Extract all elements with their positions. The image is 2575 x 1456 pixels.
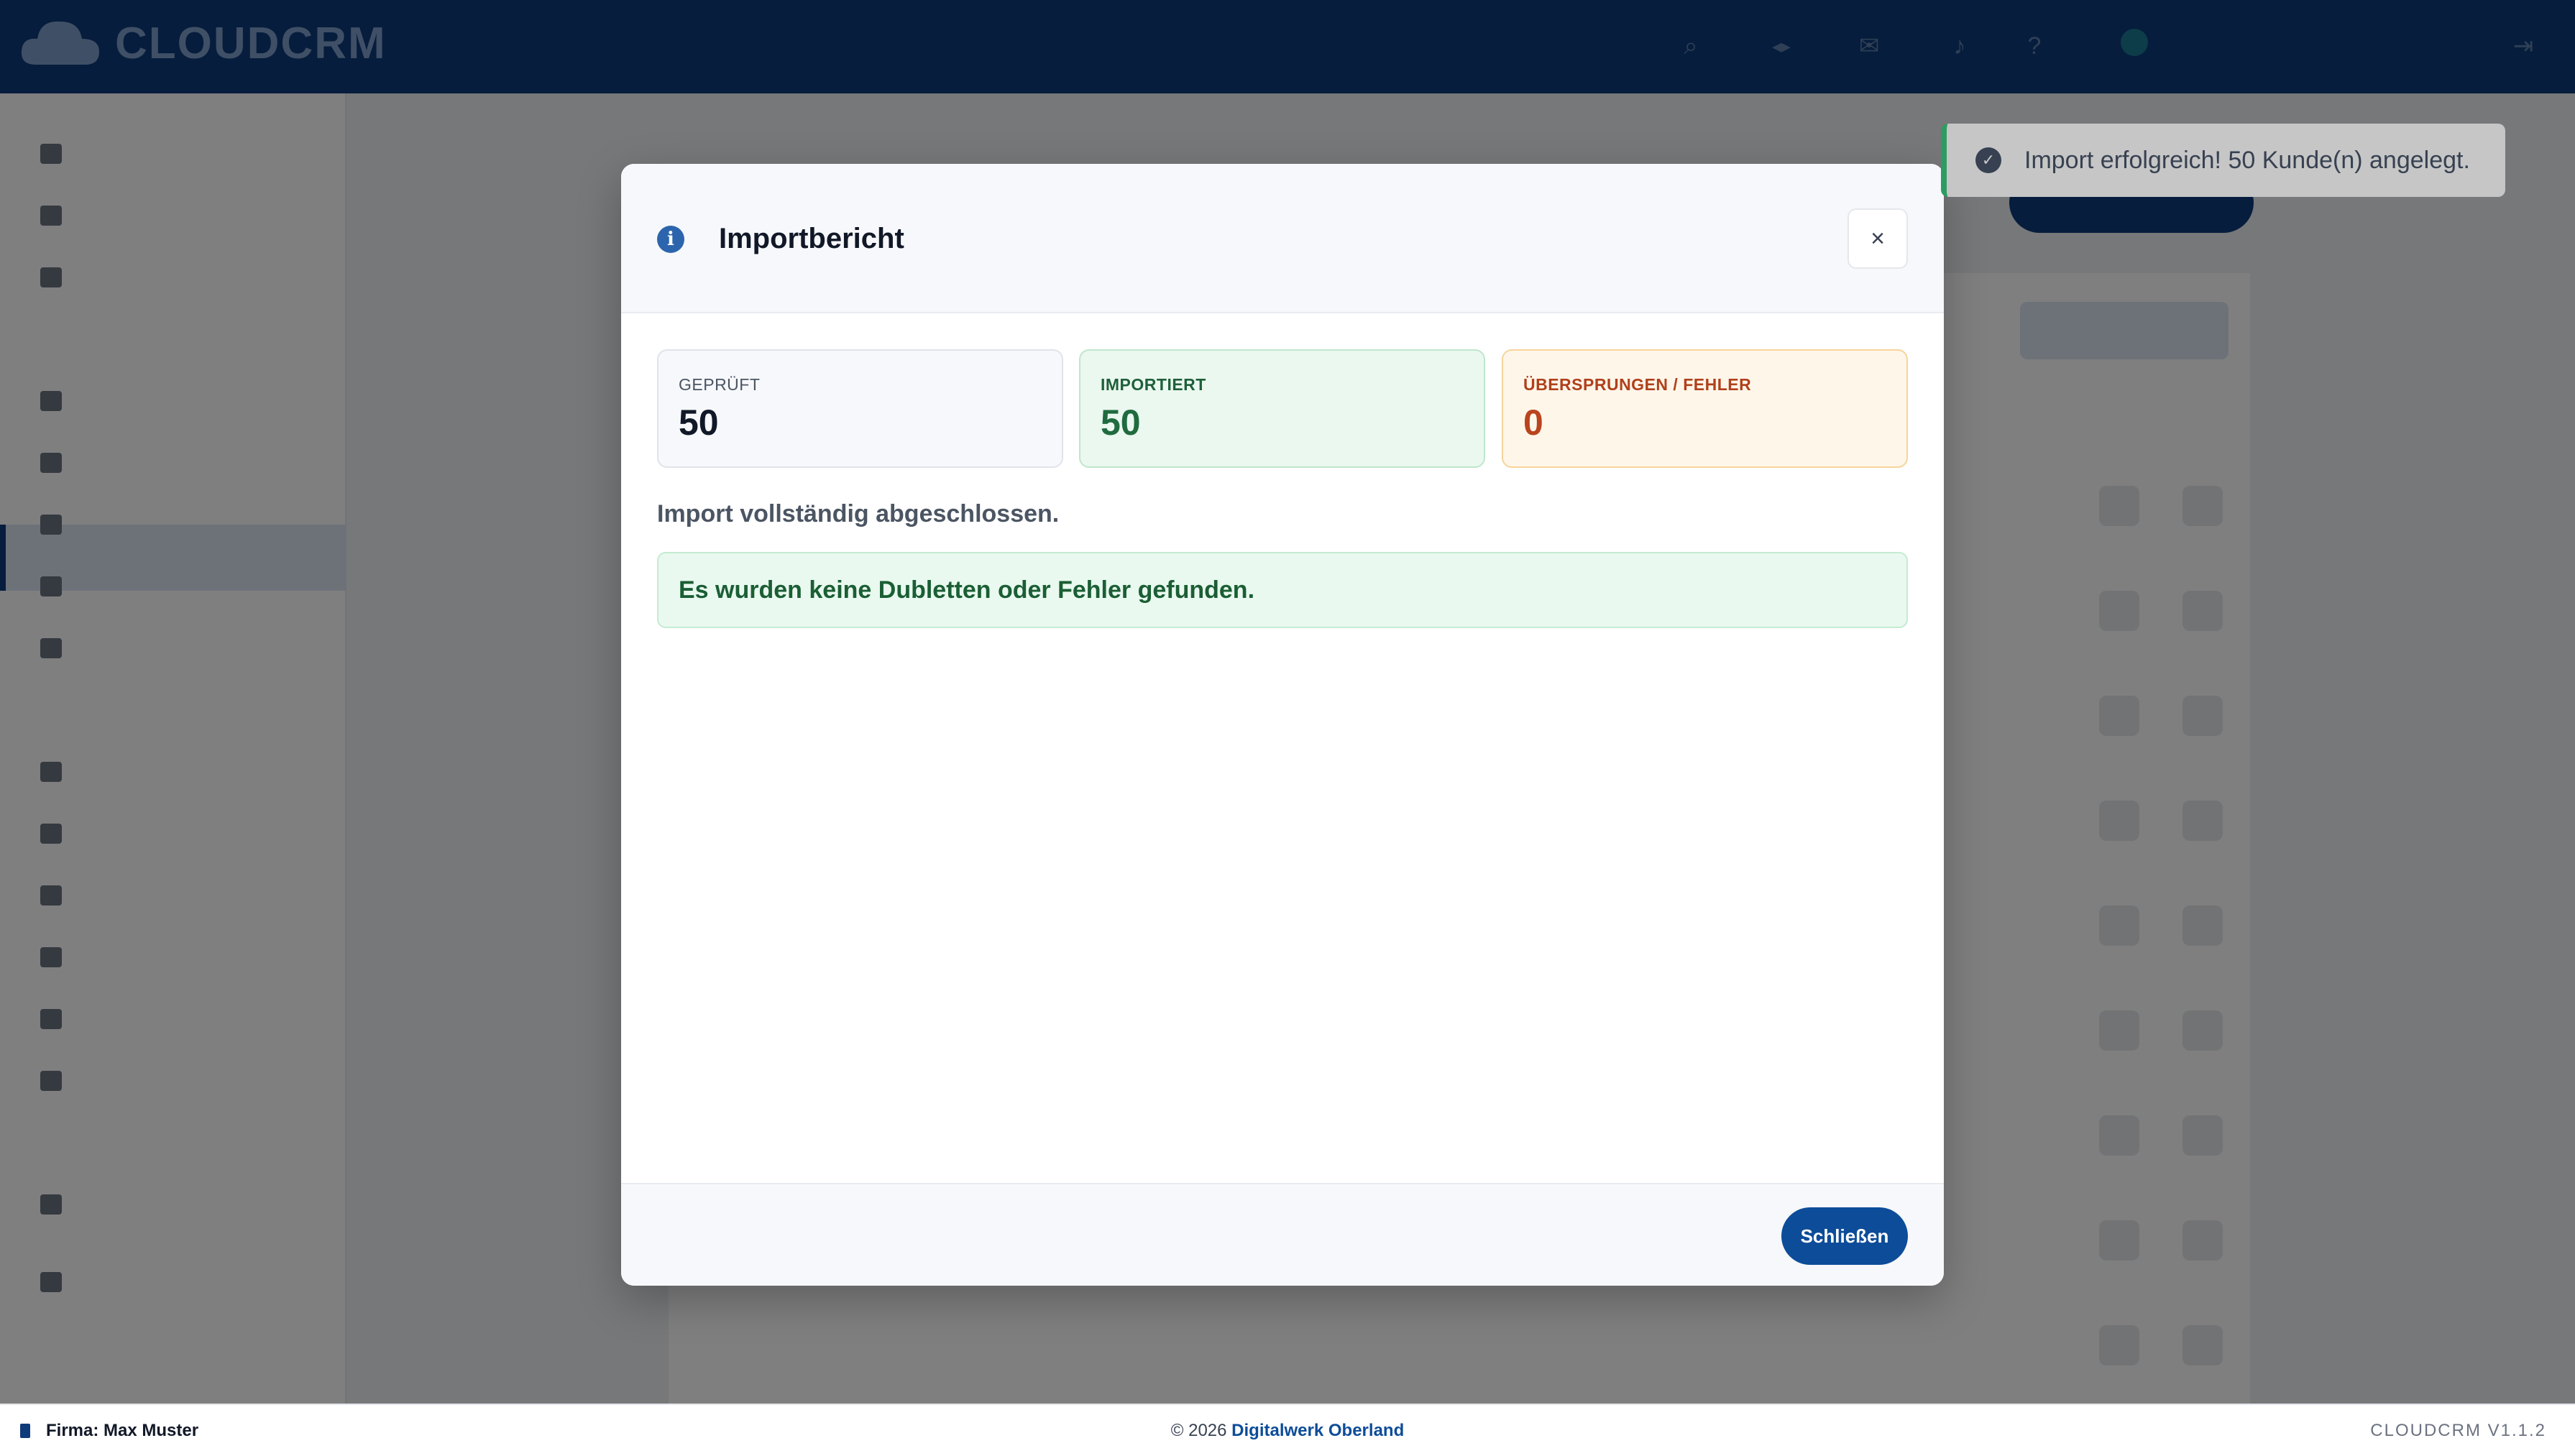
copyright: © 2026 Digitalwerk Oberland [0,1421,2575,1441]
close-icon[interactable]: × [1848,208,1908,269]
check-circle-icon: ✓ [1975,147,2001,173]
import-summary-text: Import vollständig abgeschlossen. [657,500,1060,527]
success-toast: ✓ Import erfolgreich! 50 Kunde(n) angele… [1941,124,2505,197]
stat-value-skipped: 0 [1523,402,1543,443]
stat-card-skipped: ÜBERSPRUNGEN / FEHLER 0 [1502,349,1908,468]
toast-message: Import erfolgreich! 50 Kunde(n) angelegt… [2024,146,2470,174]
stat-label-checked: GEPRÜFT [679,375,761,394]
no-duplicates-alert: Es wurden keine Dubletten oder Fehler ge… [657,552,1908,628]
close-button[interactable]: Schließen [1781,1207,1908,1265]
app-footer: Firma: Max Muster © 2026 Digitalwerk Obe… [0,1404,2575,1456]
dialog-footer: Schließen [621,1183,1944,1286]
stat-value-imported: 50 [1101,402,1141,443]
stat-label-skipped: ÜBERSPRUNGEN / FEHLER [1523,375,1752,394]
stat-value-checked: 50 [679,402,719,443]
copyright-prefix: © 2026 [1170,1420,1232,1440]
stat-label-imported: IMPORTIERT [1101,375,1206,394]
dialog-title: Importbericht [719,223,904,254]
info-icon: i [657,226,684,253]
stat-card-checked: GEPRÜFT 50 [657,349,1063,468]
dialog-header: i Importbericht × [621,164,1944,313]
stat-card-imported: IMPORTIERT 50 [1079,349,1485,468]
app-version: CLOUDCRM V1.1.2 [2370,1420,2546,1440]
no-duplicates-message: Es wurden keine Dubletten oder Fehler ge… [679,576,1255,604]
company-link[interactable]: Digitalwerk Oberland [1231,1421,1404,1440]
import-report-dialog: i Importbericht × GEPRÜFT 50 IMPORTIERT … [621,164,1944,1286]
